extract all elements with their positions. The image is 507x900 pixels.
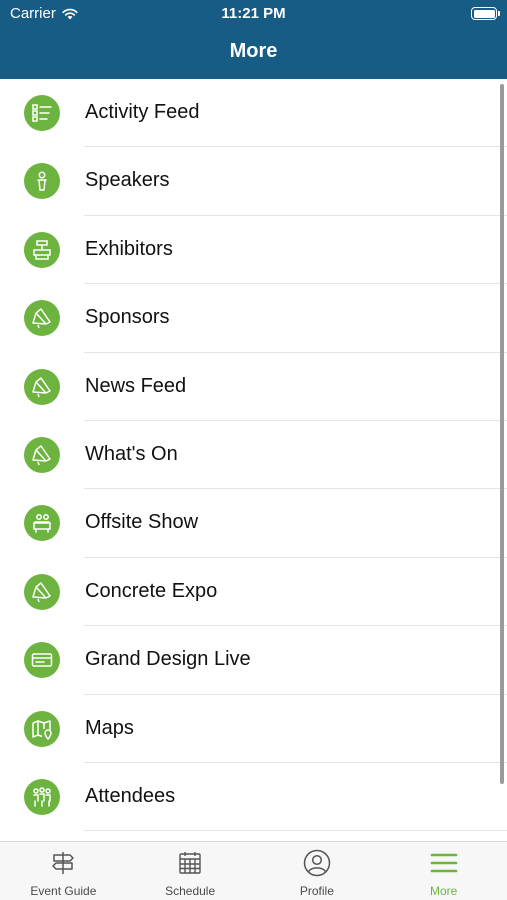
exhibitor-stand-icon bbox=[24, 231, 60, 268]
megaphone-icon bbox=[24, 573, 60, 610]
tab-schedule[interactable]: Schedule bbox=[127, 842, 254, 900]
menu-item-attendees[interactable]: Attendees bbox=[0, 763, 507, 832]
menu-item-label: News Feed bbox=[85, 374, 187, 397]
status-bar: Carrier 11:21 PM bbox=[0, 0, 507, 28]
ticket-card-icon bbox=[24, 642, 60, 679]
tab-profile[interactable]: Profile bbox=[254, 842, 381, 900]
map-pin-icon bbox=[24, 710, 60, 747]
profile-icon bbox=[302, 848, 332, 878]
megaphone-icon bbox=[24, 436, 60, 473]
tab-label: Schedule bbox=[165, 884, 216, 898]
menu-item-exhibitors[interactable]: Exhibitors bbox=[0, 216, 507, 285]
menu-item-label: Speakers bbox=[85, 169, 170, 192]
tab-bar: Event Guide Schedule Profile More bbox=[0, 841, 507, 900]
menu-item-label: Activity Feed bbox=[85, 101, 200, 123]
tab-label: Profile bbox=[299, 884, 334, 898]
tab-event-guide[interactable]: Event Guide bbox=[0, 842, 127, 900]
menu-item-sponsors[interactable]: Sponsors bbox=[0, 284, 507, 353]
menu-item-label: Attendees bbox=[85, 784, 176, 807]
battery-icon bbox=[471, 7, 500, 20]
list-icon bbox=[24, 95, 60, 131]
tab-label: More bbox=[429, 884, 458, 898]
tab-more[interactable]: More bbox=[380, 842, 507, 900]
people-icon bbox=[24, 778, 60, 815]
menu-item-label: Sponsors bbox=[85, 306, 170, 329]
menu-item-label: Exhibitors bbox=[85, 237, 173, 260]
tab-label: Event Guide bbox=[30, 884, 97, 898]
menu-item-partial[interactable] bbox=[0, 831, 507, 841]
calendar-icon bbox=[175, 848, 205, 878]
more-menu-list: Activity Feed Speakers Exhibitors Sponso… bbox=[0, 79, 507, 841]
scrollbar[interactable] bbox=[500, 84, 504, 784]
signpost-icon bbox=[48, 848, 78, 878]
menu-item-news-feed[interactable]: News Feed bbox=[0, 353, 507, 422]
hamburger-menu-icon bbox=[429, 848, 459, 878]
navigation-bar: More bbox=[0, 28, 507, 79]
menu-item-label: Grand Design Live bbox=[85, 648, 251, 671]
menu-item-maps[interactable]: Maps bbox=[0, 695, 507, 764]
megaphone-icon bbox=[24, 300, 60, 337]
speaker-icon bbox=[24, 163, 60, 200]
menu-item-concrete-expo[interactable]: Concrete Expo bbox=[0, 558, 507, 627]
page-title: More bbox=[229, 40, 278, 62]
presenter-desk-icon bbox=[24, 505, 60, 542]
menu-item-speakers[interactable]: Speakers bbox=[0, 147, 507, 217]
menu-item-offsite-show[interactable]: Offsite Show bbox=[0, 489, 507, 559]
status-time: 11:21 PM bbox=[221, 5, 286, 22]
menu-item-label: Concrete Expo bbox=[85, 579, 218, 602]
menu-item-label: Maps bbox=[85, 716, 134, 739]
menu-item-whats-on[interactable]: What's On bbox=[0, 421, 507, 490]
menu-item-label: Offsite Show bbox=[85, 511, 199, 534]
menu-item-grand-design-live[interactable]: Grand Design Live bbox=[0, 626, 507, 695]
menu-item-label: What's On bbox=[85, 442, 178, 465]
megaphone-icon bbox=[24, 368, 60, 405]
battery-level-fill bbox=[473, 9, 495, 18]
menu-item-activity-feed[interactable]: Activity Feed bbox=[0, 79, 507, 148]
